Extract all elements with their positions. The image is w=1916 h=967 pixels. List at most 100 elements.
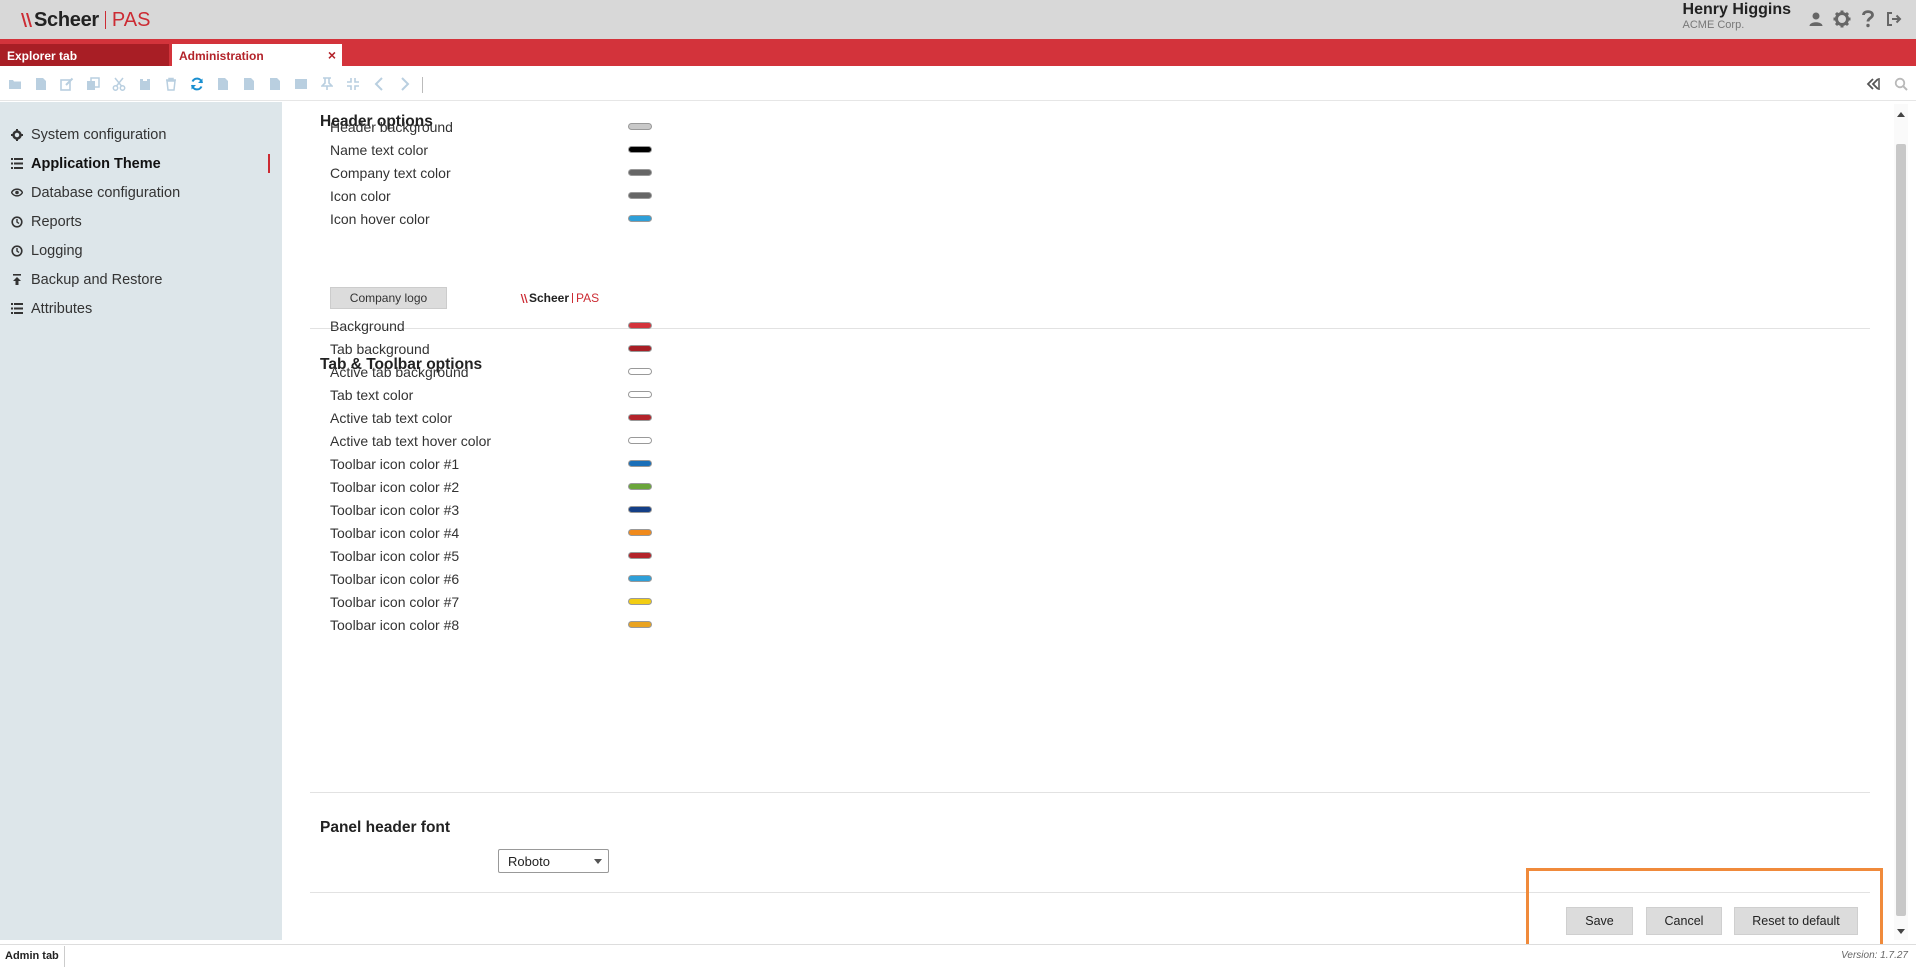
save-button[interactable]: Save bbox=[1566, 907, 1633, 935]
close-icon[interactable]: × bbox=[328, 47, 336, 63]
app-header: Scheer PAS Henry Higgins ACME Corp. bbox=[0, 0, 1916, 39]
option-label: Toolbar icon color #3 bbox=[330, 502, 460, 518]
collapse-panel-icon[interactable] bbox=[1864, 75, 1882, 93]
option-label: Toolbar icon color #7 bbox=[330, 594, 460, 610]
color-swatch[interactable] bbox=[628, 391, 652, 398]
refresh-icon[interactable] bbox=[188, 75, 206, 93]
status-tab-admin[interactable]: Admin tab bbox=[0, 946, 65, 967]
collapse-icon[interactable] bbox=[344, 75, 362, 93]
chevron-down-icon bbox=[594, 859, 602, 864]
option-row-background: Background bbox=[330, 316, 900, 336]
section-title-panel-header-font: Panel header font bbox=[320, 819, 451, 836]
color-swatch[interactable] bbox=[628, 483, 652, 490]
new-document-icon[interactable] bbox=[32, 75, 50, 93]
app-logo: Scheer PAS bbox=[20, 8, 150, 32]
user-icon[interactable] bbox=[1806, 9, 1826, 29]
font-select[interactable]: Roboto bbox=[498, 849, 609, 873]
download-document-icon[interactable] bbox=[214, 75, 232, 93]
user-name: Henry Higgins bbox=[1682, 1, 1791, 18]
option-row-active-tab-text-hover-color: Active tab text hover color bbox=[330, 431, 900, 451]
edit-icon[interactable] bbox=[58, 75, 76, 93]
sidebar-item-database-configuration[interactable]: Database configuration bbox=[0, 178, 282, 207]
sidebar-item-logging[interactable]: Logging bbox=[0, 236, 282, 265]
company-logo-button[interactable]: Company logo bbox=[330, 287, 447, 309]
back-icon[interactable] bbox=[370, 75, 388, 93]
tab-administration[interactable]: Administration × bbox=[172, 44, 342, 66]
option-row-icon-hover-color: Icon hover color bbox=[330, 209, 900, 229]
sidebar-item-reports[interactable]: Reports bbox=[0, 207, 282, 236]
scrollbar-thumb[interactable] bbox=[1896, 144, 1906, 916]
scheer-logo-mark bbox=[520, 293, 528, 303]
color-swatch[interactable] bbox=[628, 123, 652, 130]
color-swatch[interactable] bbox=[628, 368, 652, 375]
color-swatch[interactable] bbox=[628, 146, 652, 153]
sidebar-item-label: Backup and Restore bbox=[31, 271, 163, 288]
eye-icon bbox=[10, 186, 24, 200]
open-folder-icon[interactable] bbox=[6, 75, 24, 93]
option-label: Company text color bbox=[330, 165, 451, 181]
option-row-toolbar-icon-color-4: Toolbar icon color #4 bbox=[330, 523, 900, 543]
sidebar-item-application-theme[interactable]: Application Theme bbox=[0, 149, 282, 178]
document-icon[interactable] bbox=[266, 75, 284, 93]
color-swatch[interactable] bbox=[628, 192, 652, 199]
toolbar bbox=[0, 66, 1916, 101]
option-row-toolbar-icon-color-3: Toolbar icon color #3 bbox=[330, 500, 900, 520]
option-label: Icon color bbox=[330, 188, 391, 204]
option-row-company-text-color: Company text color bbox=[330, 163, 900, 183]
cancel-button[interactable]: Cancel bbox=[1646, 907, 1722, 935]
option-row-active-tab-background: Active tab background bbox=[330, 362, 900, 382]
tab-explorer[interactable]: Explorer tab bbox=[0, 44, 169, 66]
color-swatch[interactable] bbox=[628, 414, 652, 421]
option-row-icon-color: Icon color bbox=[330, 186, 900, 206]
option-label: Toolbar icon color #6 bbox=[330, 571, 460, 587]
option-label: Background bbox=[330, 318, 405, 334]
upload-document-icon[interactable] bbox=[240, 75, 258, 93]
section-divider bbox=[310, 892, 1870, 893]
sidebar-item-attributes[interactable]: Attributes bbox=[0, 294, 282, 323]
color-swatch[interactable] bbox=[628, 621, 652, 628]
option-row-toolbar-icon-color-6: Toolbar icon color #6 bbox=[330, 569, 900, 589]
color-swatch[interactable] bbox=[628, 529, 652, 536]
theme-settings-panel: Header options Header background Name tex… bbox=[287, 104, 1892, 940]
sidebar-item-system-configuration[interactable]: System configuration bbox=[0, 120, 282, 149]
search-icon[interactable] bbox=[1892, 75, 1910, 93]
color-swatch[interactable] bbox=[628, 506, 652, 513]
logo-divider bbox=[104, 11, 106, 29]
delete-icon[interactable] bbox=[162, 75, 180, 93]
sidebar-item-label: Reports bbox=[31, 213, 82, 230]
color-swatch[interactable] bbox=[628, 598, 652, 605]
color-swatch[interactable] bbox=[628, 322, 652, 329]
logo-name: Scheer bbox=[34, 8, 99, 31]
copy-icon[interactable] bbox=[84, 75, 102, 93]
scrollbar[interactable] bbox=[1894, 104, 1908, 940]
reset-to-default-button[interactable]: Reset to default bbox=[1734, 907, 1858, 935]
help-icon[interactable] bbox=[1858, 9, 1878, 29]
color-swatch[interactable] bbox=[628, 345, 652, 352]
color-swatch[interactable] bbox=[628, 552, 652, 559]
sidebar-item-backup-and-restore[interactable]: Backup and Restore bbox=[0, 265, 282, 294]
upload-icon bbox=[10, 273, 24, 287]
scroll-down-icon[interactable] bbox=[1897, 929, 1905, 934]
option-label: Active tab text hover color bbox=[330, 433, 492, 449]
header-icons bbox=[1806, 9, 1904, 29]
logo-preview-divider bbox=[572, 293, 574, 303]
sidebar: System configuration Application Theme D… bbox=[0, 102, 282, 940]
option-row-toolbar-icon-color-8: Toolbar icon color #8 bbox=[330, 615, 900, 635]
color-swatch[interactable] bbox=[628, 575, 652, 582]
logout-icon[interactable] bbox=[1884, 9, 1904, 29]
color-swatch[interactable] bbox=[628, 215, 652, 222]
history-icon bbox=[10, 244, 24, 258]
color-swatch[interactable] bbox=[628, 460, 652, 467]
share-icon[interactable] bbox=[292, 75, 310, 93]
scroll-up-icon[interactable] bbox=[1897, 112, 1905, 117]
gear-icon bbox=[10, 128, 24, 142]
color-swatch[interactable] bbox=[628, 437, 652, 444]
logo-product: PAS bbox=[111, 8, 151, 31]
version-text: Version: 1.7.27 bbox=[1841, 950, 1908, 961]
paste-icon[interactable] bbox=[136, 75, 154, 93]
pin-icon[interactable] bbox=[318, 75, 336, 93]
cut-icon[interactable] bbox=[110, 75, 128, 93]
gear-icon[interactable] bbox=[1832, 9, 1852, 29]
color-swatch[interactable] bbox=[628, 169, 652, 176]
forward-icon[interactable] bbox=[396, 75, 414, 93]
